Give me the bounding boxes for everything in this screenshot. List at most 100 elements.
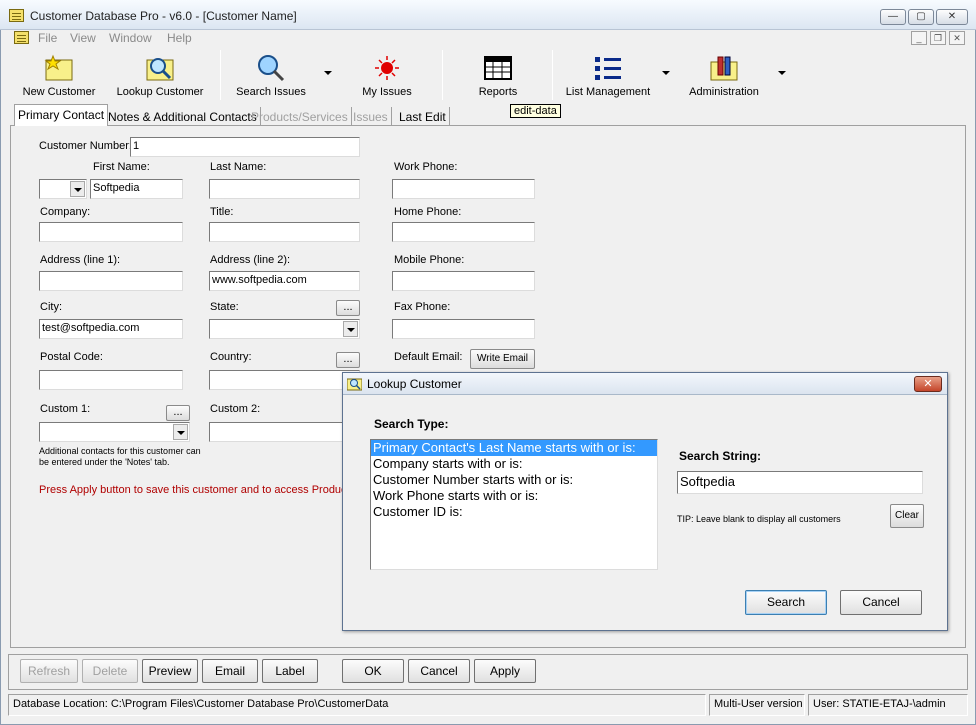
- mobile-phone-field[interactable]: [392, 271, 535, 291]
- search-issues-dropdown-icon[interactable]: [324, 71, 332, 75]
- refresh-button[interactable]: Refresh: [20, 659, 78, 683]
- last-name-field[interactable]: [209, 179, 360, 199]
- country-select[interactable]: [209, 370, 360, 390]
- country-browse-button[interactable]: ...: [336, 352, 360, 368]
- search-issues-label: Search Issues: [236, 86, 306, 98]
- new-customer-button[interactable]: New Customer: [14, 50, 104, 100]
- dialog-title: Lookup Customer: [367, 377, 462, 391]
- company-field[interactable]: [39, 222, 183, 242]
- home-phone-field[interactable]: [392, 222, 535, 242]
- tools-icon: [710, 56, 738, 81]
- title-field[interactable]: [209, 222, 360, 242]
- contacts-note: Additional contacts for this customer ca…: [39, 446, 201, 467]
- state-select[interactable]: [209, 319, 360, 339]
- clear-button[interactable]: Clear: [890, 504, 924, 528]
- custom1-label: Custom 1:: [40, 403, 91, 415]
- search-type-label: Search Type:: [374, 417, 449, 431]
- menu-help[interactable]: Help: [167, 31, 192, 45]
- search-issues-icon: [258, 55, 285, 82]
- city-label: City:: [40, 301, 62, 313]
- lookup-customer-icon: [146, 58, 174, 81]
- lookup-customer-button[interactable]: Lookup Customer: [110, 50, 210, 100]
- status-version: Multi-User version: [709, 694, 805, 716]
- tab-primary-contact[interactable]: Primary Contact: [14, 104, 109, 126]
- list-item[interactable]: Primary Contact's Last Name starts with …: [371, 440, 657, 456]
- work-phone-field[interactable]: [392, 179, 535, 199]
- tab-notes-additional-contacts[interactable]: Notes & Additional Contacts: [105, 107, 261, 126]
- cancel-button[interactable]: Cancel: [408, 659, 470, 683]
- chevron-down-icon[interactable]: [173, 424, 188, 440]
- chevron-down-icon[interactable]: [343, 321, 358, 337]
- address1-field[interactable]: [39, 271, 183, 291]
- mdi-close-button[interactable]: ✕: [949, 31, 965, 45]
- label-button[interactable]: Label: [262, 659, 318, 683]
- email-button[interactable]: Email: [202, 659, 258, 683]
- state-browse-button[interactable]: ...: [336, 300, 360, 316]
- search-type-list[interactable]: Primary Contact's Last Name starts with …: [370, 439, 658, 570]
- close-button[interactable]: ✕: [936, 9, 968, 25]
- customer-number-label: Customer Number:: [39, 140, 132, 152]
- home-phone-label: Home Phone:: [394, 206, 462, 218]
- search-issues-button[interactable]: Search Issues: [228, 50, 314, 100]
- custom2-field[interactable]: [209, 422, 360, 442]
- my-issues-label: My Issues: [362, 86, 412, 98]
- last-name-label: Last Name:: [210, 161, 267, 173]
- mobile-phone-label: Mobile Phone:: [394, 254, 465, 266]
- custom1-select[interactable]: [39, 422, 190, 442]
- toolbar-separator: [552, 50, 553, 100]
- lookup-icon: [347, 378, 362, 391]
- title-bar: Customer Database Pro - v6.0 - [Customer…: [0, 0, 976, 30]
- tab-last-edit[interactable]: Last Edit: [396, 107, 450, 126]
- write-email-button[interactable]: Write Email: [470, 349, 535, 369]
- ok-button[interactable]: OK: [342, 659, 404, 683]
- administration-dropdown-icon[interactable]: [778, 71, 786, 75]
- tooltip: edit-data: [510, 104, 561, 118]
- salutation-select[interactable]: [39, 179, 87, 199]
- apply-button[interactable]: Apply: [474, 659, 536, 683]
- menu-view[interactable]: View: [70, 31, 96, 45]
- tab-issues[interactable]: Issues: [350, 107, 392, 126]
- menu-window[interactable]: Window: [109, 31, 152, 45]
- search-string-label: Search String:: [679, 449, 762, 463]
- fax-phone-label: Fax Phone:: [394, 301, 451, 313]
- list-management-button[interactable]: List Management: [558, 50, 658, 100]
- tab-products-services[interactable]: Products/Services: [248, 107, 352, 126]
- fax-phone-field[interactable]: [392, 319, 535, 339]
- search-string-input[interactable]: Softpedia: [677, 471, 923, 494]
- status-database-location: Database Location: C:\Program Files\Cust…: [8, 694, 706, 716]
- customer-number-field[interactable]: 1: [130, 137, 360, 157]
- list-item[interactable]: Customer ID is:: [371, 504, 657, 520]
- postal-code-field[interactable]: [39, 370, 183, 390]
- list-item[interactable]: Customer Number starts with or is:: [371, 472, 657, 488]
- toolbar-separator: [442, 50, 443, 100]
- postal-code-label: Postal Code:: [40, 351, 103, 363]
- menu-file[interactable]: File: [38, 31, 57, 45]
- dialog-cancel-button[interactable]: Cancel: [840, 590, 922, 615]
- delete-button[interactable]: Delete: [82, 659, 138, 683]
- dialog-close-button[interactable]: ✕: [914, 376, 942, 392]
- my-issues-button[interactable]: My Issues: [352, 50, 422, 100]
- list-management-dropdown-icon[interactable]: [662, 71, 670, 75]
- address2-field[interactable]: www.softpedia.com: [209, 271, 360, 291]
- search-button[interactable]: Search: [745, 590, 827, 615]
- preview-button[interactable]: Preview: [142, 659, 198, 683]
- custom1-browse-button[interactable]: ...: [166, 405, 190, 421]
- minimize-button[interactable]: —: [880, 9, 906, 25]
- mdi-minimize-button[interactable]: _: [911, 31, 927, 45]
- administration-button[interactable]: Administration: [680, 50, 768, 100]
- chevron-down-icon[interactable]: [70, 181, 85, 197]
- mdi-restore-button[interactable]: ❐: [930, 31, 946, 45]
- search-tip: TIP: Leave blank to display all customer…: [677, 514, 841, 524]
- list-item[interactable]: Company starts with or is:: [371, 456, 657, 472]
- list-item[interactable]: Work Phone starts with or is:: [371, 488, 657, 504]
- state-label: State:: [210, 301, 239, 313]
- first-name-field[interactable]: Softpedia: [90, 179, 183, 199]
- city-field[interactable]: test@softpedia.com: [39, 319, 183, 339]
- reports-label: Reports: [478, 86, 518, 98]
- reports-button[interactable]: Reports: [462, 50, 534, 100]
- status-user: User: STATIE-ETAJ-\admin: [808, 694, 968, 716]
- maximize-button[interactable]: ▢: [908, 9, 934, 25]
- mdi-doc-icon: [14, 31, 29, 44]
- default-email-label: Default Email:: [394, 351, 463, 363]
- window-title: Customer Database Pro - v6.0 - [Customer…: [30, 9, 297, 23]
